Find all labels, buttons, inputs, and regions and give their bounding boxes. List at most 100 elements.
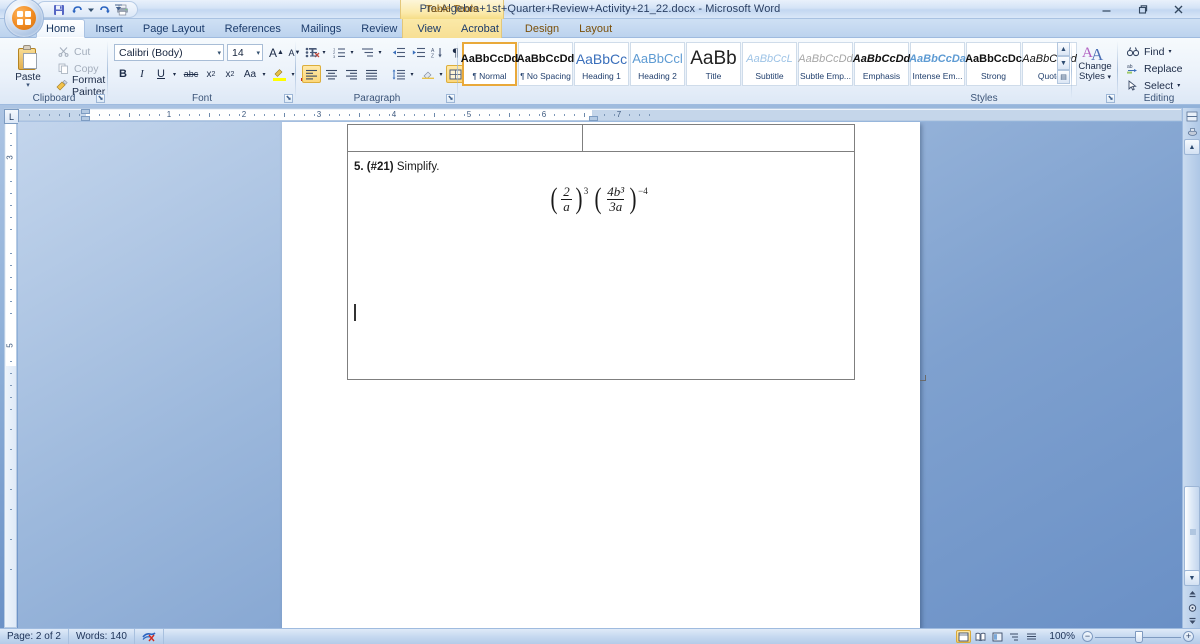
scroll-up-button[interactable]: ▲: [1184, 139, 1200, 155]
scroll-down-button[interactable]: ▼: [1184, 570, 1200, 586]
find-button[interactable]: Find ▾: [1122, 44, 1175, 59]
styles-dialog-launcher[interactable]: ⬊: [1106, 94, 1115, 103]
zoom-out-button[interactable]: −: [1082, 631, 1093, 642]
tab-review[interactable]: Review: [351, 20, 407, 38]
tab-view[interactable]: View: [407, 20, 451, 38]
zoom-in-button[interactable]: +: [1183, 631, 1194, 642]
style-strong[interactable]: AaBbCcDc Strong: [965, 42, 1022, 86]
paragraph-dialog-launcher[interactable]: ⬊: [446, 94, 455, 103]
tab-references[interactable]: References: [215, 20, 291, 38]
align-center-button[interactable]: [322, 65, 341, 83]
decrease-indent-button[interactable]: [389, 43, 408, 61]
undo-icon[interactable]: [69, 2, 84, 17]
underline-dropdown[interactable]: ▾: [170, 65, 179, 83]
font-dialog-launcher[interactable]: ⬊: [284, 94, 293, 103]
document-canvas[interactable]: 5. (#21) Simplify. ( 2 a ) 3 (4b³ 3a) …: [18, 122, 1182, 628]
style-subtitle[interactable]: AaBbCcL Subtitle: [742, 42, 797, 86]
save-icon[interactable]: [51, 2, 66, 17]
italic-button[interactable]: I: [133, 65, 151, 83]
table-cell-left[interactable]: [347, 124, 582, 152]
tab-layout[interactable]: Layout: [569, 20, 622, 38]
styles-scroll-down-button[interactable]: ▼: [1057, 56, 1070, 70]
minimize-button[interactable]: [1088, 0, 1124, 19]
paste-dropdown-icon[interactable]: ▾: [26, 82, 30, 89]
style-heading-1[interactable]: AaBbCc Heading 1: [574, 42, 629, 86]
vertical-ruler[interactable]: 3 5: [4, 108, 17, 628]
document-page[interactable]: 5. (#21) Simplify. ( 2 a ) 3 (4b³ 3a) …: [282, 122, 926, 628]
superscript-button[interactable]: x2: [221, 65, 239, 83]
change-case-dropdown[interactable]: ▾: [260, 65, 268, 83]
style-normal[interactable]: AaBbCcDd ¶ Normal: [461, 42, 518, 86]
align-left-button[interactable]: [302, 65, 321, 83]
close-button[interactable]: [1160, 0, 1196, 19]
style-heading-2[interactable]: AaBbCcl Heading 2: [630, 42, 685, 86]
next-page-icon[interactable]: [1185, 614, 1199, 628]
vertical-scrollbar[interactable]: ▲ ▼: [1182, 108, 1200, 628]
tab-page-layout[interactable]: Page Layout: [133, 20, 215, 38]
clipboard-dialog-launcher[interactable]: ⬊: [96, 94, 105, 103]
page-indicator[interactable]: Page: 2 of 2: [0, 628, 69, 644]
shading-dropdown[interactable]: ▾: [437, 65, 445, 83]
previous-page-icon[interactable]: [1185, 587, 1199, 601]
horizontal-ruler[interactable]: 1 2 3 4 5 6 7: [18, 108, 1182, 121]
paste-button[interactable]: Paste ▾: [6, 42, 50, 92]
text-highlight-button[interactable]: [270, 65, 288, 83]
change-case-button[interactable]: Aa: [240, 65, 260, 83]
table-row-question[interactable]: 5. (#21) Simplify. ( 2 a ) 3 (4b³ 3a) …: [347, 152, 855, 380]
proofing-status[interactable]: [135, 628, 164, 644]
hanging-indent-marker[interactable]: [81, 116, 90, 121]
chevron-down-icon[interactable]: ▾: [253, 49, 260, 57]
sort-button[interactable]: AZ: [429, 43, 446, 61]
multilevel-list-button[interactable]: [358, 43, 376, 61]
numbering-button[interactable]: 123: [330, 43, 348, 61]
align-right-button[interactable]: [342, 65, 361, 83]
split-window-icon[interactable]: [1185, 109, 1199, 123]
outline-view-button[interactable]: [1007, 630, 1022, 643]
style-emphasis[interactable]: AaBbCcDd Emphasis: [853, 42, 910, 86]
document-table[interactable]: 5. (#21) Simplify. ( 2 a ) 3 (4b³ 3a) …: [347, 124, 926, 381]
bullets-button[interactable]: [302, 43, 320, 61]
full-screen-reading-view-button[interactable]: [973, 630, 988, 643]
multilevel-dropdown[interactable]: ▾: [376, 43, 384, 61]
tab-insert[interactable]: Insert: [85, 20, 133, 38]
numbering-dropdown[interactable]: ▾: [348, 43, 356, 61]
change-styles-button[interactable]: A A Change Styles ▾: [1074, 41, 1116, 91]
web-layout-view-button[interactable]: [990, 630, 1005, 643]
tab-acrobat[interactable]: Acrobat: [451, 20, 509, 38]
table-resize-handle[interactable]: [920, 375, 926, 381]
underline-button[interactable]: U: [152, 65, 170, 83]
table-cell-right[interactable]: [582, 124, 855, 152]
chevron-down-icon[interactable]: ▾: [214, 49, 221, 57]
font-name-input[interactable]: Calibri (Body) ▾: [114, 44, 224, 61]
replace-button[interactable]: ab Replace: [1122, 61, 1187, 76]
draft-view-button[interactable]: [1024, 630, 1039, 643]
undo-dropdown-icon[interactable]: [87, 2, 94, 17]
strikethrough-button[interactable]: abc: [181, 65, 201, 83]
style-no-spacing[interactable]: AaBbCcDd ¶ No Spacing: [517, 42, 574, 86]
grow-font-button[interactable]: A ▲: [268, 43, 285, 62]
style-intense-emphasis[interactable]: AaBbCcDa Intense Em...: [909, 42, 966, 86]
styles-more-button[interactable]: ▤: [1057, 70, 1070, 84]
styles-scroll-up-button[interactable]: ▲: [1057, 42, 1070, 56]
zoom-slider[interactable]: [1095, 630, 1181, 643]
tab-design[interactable]: Design: [515, 20, 569, 38]
print-layout-view-button[interactable]: [956, 630, 972, 643]
first-line-indent-marker[interactable]: [81, 109, 90, 114]
style-subtle-emphasis[interactable]: AaBbCcDd Subtle Emp...: [798, 42, 853, 86]
word-count[interactable]: Words: 140: [69, 628, 135, 644]
bullets-dropdown[interactable]: ▾: [320, 43, 328, 61]
font-size-input[interactable]: 14 ▾: [227, 44, 263, 61]
increase-indent-button[interactable]: [409, 43, 428, 61]
vertical-scroll-thumb[interactable]: [1184, 486, 1200, 578]
line-spacing-button[interactable]: [389, 65, 408, 83]
right-indent-marker[interactable]: [589, 116, 598, 121]
justify-button[interactable]: [362, 65, 381, 83]
subscript-button[interactable]: x2: [202, 65, 220, 83]
bold-button[interactable]: B: [114, 65, 132, 83]
zoom-slider-handle[interactable]: [1134, 630, 1143, 643]
tab-mailings[interactable]: Mailings: [291, 20, 351, 38]
select-browse-object-icon[interactable]: [1185, 601, 1199, 615]
select-browse-object-top-icon[interactable]: [1185, 125, 1199, 139]
select-button[interactable]: Select ▾: [1122, 78, 1184, 93]
zoom-level-label[interactable]: 100%: [1041, 631, 1080, 642]
